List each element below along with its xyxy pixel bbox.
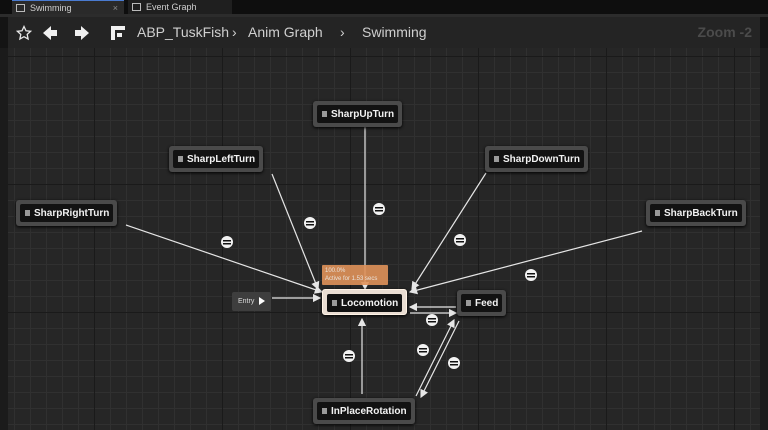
tab-event-graph[interactable]: Event Graph [128,0,232,14]
graph-toolbar: ABP_TuskFish › Anim Graph › Swimming Zoo… [8,17,760,49]
entry-node[interactable]: Entry [232,292,271,311]
state-node-label: SharpRightTurn [34,207,110,219]
tab-swimming-label: Swimming [30,3,72,13]
state-icon [322,111,327,117]
graph-tab-icon [132,3,141,11]
graph-right-border [760,48,768,430]
state-node-sharp-down-turn[interactable]: SharpDownTurn [485,146,589,172]
state-node-feed[interactable]: Feed [457,290,507,316]
graph-left-border [0,48,8,430]
state-node-label: Feed [475,297,499,309]
state-icon [494,156,499,162]
breadcrumb-asset[interactable]: ABP_TuskFish [137,17,229,48]
state-node-label: Locomotion [341,297,399,309]
state-node-sharp-back-turn[interactable]: SharpBackTurn [646,200,746,226]
breadcrumb-anim-graph[interactable]: Anim Graph [248,17,323,48]
state-icon [322,408,327,414]
state-machine-tab-icon [16,4,25,12]
state-icon [178,156,183,162]
entry-exec-pin-icon[interactable] [259,297,265,305]
state-node-label: SharpBackTurn [664,207,738,219]
zoom-level: Zoom -2 [697,24,752,40]
state-icon [466,300,471,306]
tab-swimming[interactable]: Swimming × [12,0,124,14]
state-node-sharp-left-turn[interactable]: SharpLeftTurn [169,146,264,172]
close-tab-icon[interactable]: × [113,1,118,15]
state-node-label: InPlaceRotation [331,405,407,417]
active-state-duration: Active for 1.53 secs [325,276,378,282]
state-node-sharp-right-turn[interactable]: SharpRightTurn [16,200,118,226]
state-node-locomotion[interactable]: Locomotion [322,289,408,315]
state-node-label: SharpUpTurn [331,108,395,120]
star-icon[interactable] [12,17,36,48]
breadcrumb-separator: › [340,24,345,40]
breadcrumb-state-machine[interactable]: Swimming [362,17,427,48]
state-node-in-place-rotation[interactable]: InPlaceRotation [313,398,415,424]
breadcrumb-separator: › [232,24,237,40]
forward-arrow-icon[interactable] [70,17,94,48]
state-icon [25,210,30,216]
state-icon [655,210,660,216]
entry-label: Entry [238,298,255,305]
back-arrow-icon[interactable] [38,17,62,48]
state-node-label: SharpLeftTurn [187,153,256,165]
active-state-badge: 100.0% Active for 1.53 secs [322,265,388,285]
state-node-sharp-up-turn[interactable]: SharpUpTurn [313,101,403,127]
state-machine-icon [106,17,130,48]
document-tab-bar: Swimming × Event Graph [0,0,768,14]
state-icon [332,300,337,306]
active-state-weight: 100.0% [325,268,346,274]
tab-event-graph-label: Event Graph [146,2,197,12]
state-node-label: SharpDownTurn [503,153,581,165]
